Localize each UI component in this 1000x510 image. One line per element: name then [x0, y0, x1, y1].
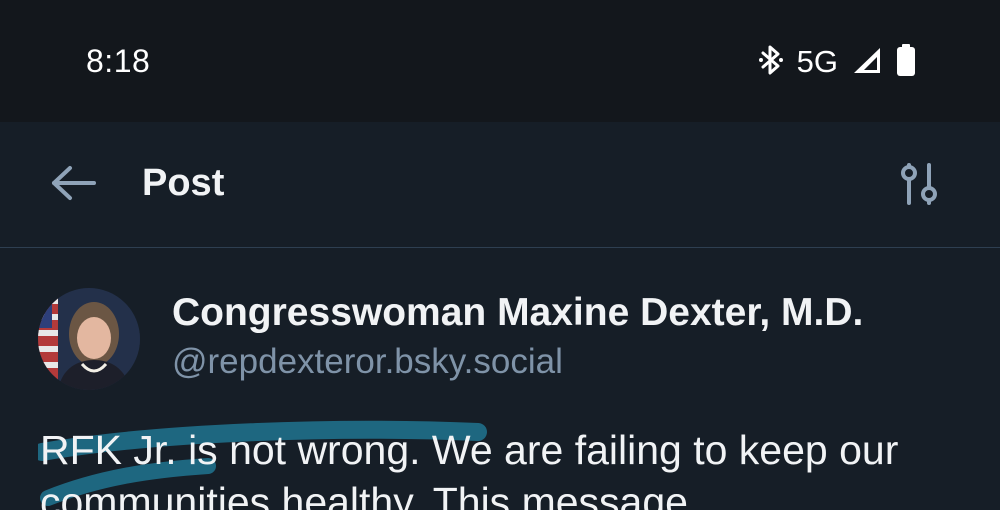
- post-header: Post: [0, 122, 1000, 248]
- status-bar: 8:18 5G: [0, 0, 1000, 122]
- status-time: 8:18: [86, 43, 151, 79]
- author-name[interactable]: Congresswoman Maxine Dexter, M.D.: [172, 291, 863, 335]
- page-title: Post: [142, 162, 225, 204]
- network-type: 5G: [796, 44, 838, 79]
- back-button[interactable]: [44, 162, 102, 208]
- author-handle[interactable]: @repdexteror.bsky.social: [172, 342, 563, 382]
- sliders-icon: [899, 162, 939, 210]
- filter-button[interactable]: [893, 160, 945, 212]
- signal-icon: [852, 46, 882, 79]
- battery-icon: [896, 43, 916, 81]
- arrow-left-icon: [50, 165, 96, 206]
- post-card: Congresswoman Maxine Dexter, M.D. @repde…: [0, 248, 1000, 510]
- bluetooth-icon: [758, 44, 783, 81]
- avatar[interactable]: [38, 288, 140, 390]
- status-icons: 5G: [758, 43, 916, 81]
- post-text: RFK Jr. is not wrong. We are failing to …: [40, 427, 899, 510]
